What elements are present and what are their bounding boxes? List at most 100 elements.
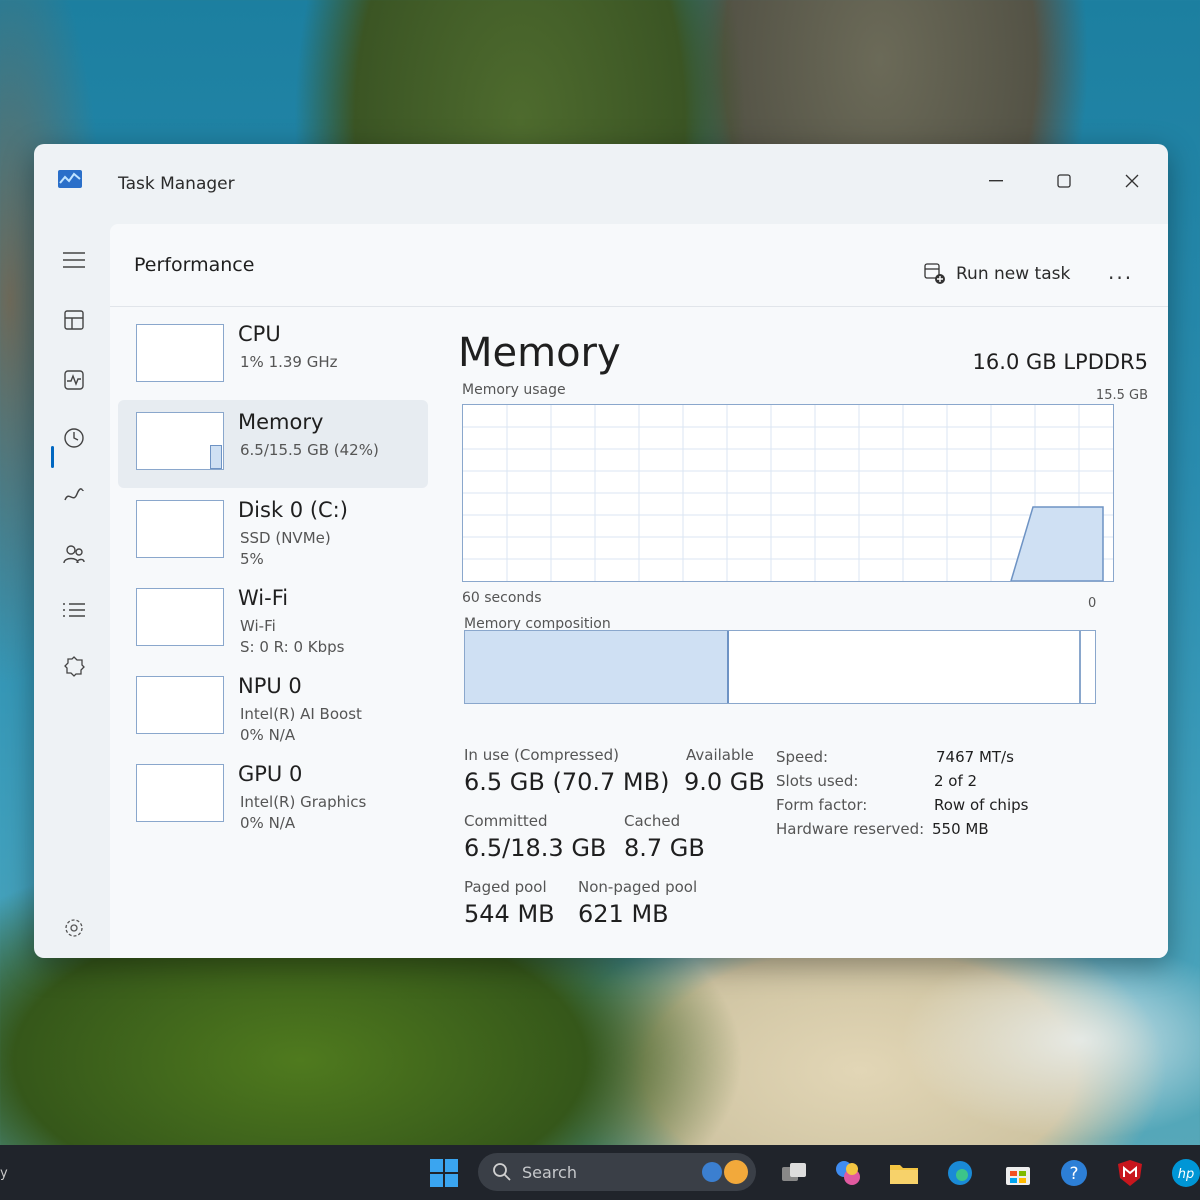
store-button[interactable]	[1002, 1157, 1034, 1189]
history-icon	[64, 428, 84, 448]
device-detail: 6.5/15.5 GB (42%)	[240, 441, 379, 459]
device-name: Disk 0 (C:)	[238, 498, 348, 522]
maximize-button[interactable]	[1044, 166, 1084, 196]
hamburger-menu-button[interactable]	[56, 242, 92, 278]
edge-clipped-text: y	[0, 1166, 8, 1181]
device-item-wifi[interactable]: Wi-Fi Wi-Fi S: 0 R: 0 Kbps	[118, 576, 428, 664]
help-button[interactable]: ?	[1058, 1157, 1090, 1189]
search-highlight-icon	[702, 1160, 748, 1184]
memory-type: 16.0 GB LPDDR5	[972, 350, 1148, 374]
device-item-npu[interactable]: NPU 0 Intel(R) AI Boost 0% N/A	[118, 664, 428, 752]
speed-label: Speed:	[776, 748, 829, 766]
svg-text:?: ?	[1069, 1164, 1078, 1184]
run-new-task-label: Run new task	[956, 264, 1071, 284]
nav-users[interactable]	[56, 536, 92, 572]
composition-in-use	[465, 631, 729, 703]
minimize-button[interactable]	[976, 166, 1016, 196]
hamburger-icon	[63, 252, 85, 268]
startup-icon	[64, 488, 84, 501]
nav-processes[interactable]	[56, 302, 92, 338]
users-icon	[63, 545, 85, 564]
svg-text:hp: hp	[1178, 1167, 1195, 1182]
device-name: NPU 0	[238, 674, 302, 698]
copilot-button[interactable]	[832, 1157, 864, 1189]
wallpaper-foam	[900, 940, 1200, 1140]
nav-app-history[interactable]	[56, 420, 92, 456]
task-view-button[interactable]	[778, 1157, 810, 1189]
nonpaged-pool-value: 621 MB	[578, 900, 669, 928]
title-bar[interactable]: Task Manager	[34, 144, 1168, 224]
edge-browser-button[interactable]	[944, 1157, 976, 1189]
device-item-gpu[interactable]: GPU 0 Intel(R) Graphics 0% N/A	[118, 752, 428, 840]
nonpaged-pool-label: Non-paged pool	[578, 878, 698, 896]
cached-value: 8.7 GB	[624, 834, 705, 862]
windows-logo-icon	[430, 1159, 458, 1187]
available-value: 9.0 GB	[684, 768, 765, 796]
slots-value: 2 of 2	[934, 772, 978, 790]
hp-button[interactable]: hp	[1170, 1157, 1200, 1189]
slots-label: Slots used:	[776, 772, 859, 790]
store-icon	[1006, 1167, 1030, 1185]
nav-services[interactable]	[56, 648, 92, 684]
copilot-icon	[836, 1161, 860, 1185]
task-manager-window: Task Manager Performance Run new task ..…	[34, 144, 1168, 958]
nav-startup-apps[interactable]	[56, 478, 92, 514]
device-item-cpu[interactable]: CPU 1% 1.39 GHz	[118, 312, 428, 400]
form-factor-value: Row of chips	[934, 796, 1029, 814]
window-title: Task Manager	[118, 174, 235, 194]
taskbar-search[interactable]: Search	[478, 1153, 756, 1191]
committed-value: 6.5/18.3 GB	[464, 834, 607, 862]
committed-label: Committed	[464, 812, 548, 830]
form-factor-label: Form factor:	[776, 796, 868, 814]
performance-icon	[64, 370, 84, 390]
cached-label: Cached	[624, 812, 681, 830]
file-explorer-button[interactable]	[888, 1157, 920, 1189]
hp-logo-icon: hp	[1172, 1159, 1200, 1187]
settings-button[interactable]	[56, 910, 92, 946]
memory-usage-area	[1009, 506, 1104, 582]
start-button[interactable]	[428, 1157, 460, 1189]
axis-zero-label: 0	[1088, 596, 1097, 611]
gear-icon	[65, 919, 83, 937]
device-detail: Wi-Fi S: 0 R: 0 Kbps	[240, 617, 345, 656]
nav-details[interactable]	[56, 592, 92, 628]
disk-thumbnail-graph	[136, 500, 224, 558]
speed-value: 7467 MT/s	[936, 748, 1014, 766]
nav-performance[interactable]	[56, 362, 92, 398]
device-list: CPU 1% 1.39 GHz Memory 6.5/15.5 GB (42%)…	[118, 312, 428, 840]
memory-composition-bar	[464, 630, 1096, 704]
run-task-icon	[924, 263, 945, 284]
taskbar: Search ? hp	[0, 1145, 1200, 1200]
more-options-button[interactable]: ...	[1108, 260, 1133, 284]
run-new-task-button[interactable]: Run new task	[924, 260, 1070, 288]
time-span-label: 60 seconds	[462, 590, 542, 606]
minimize-icon	[989, 180, 1003, 182]
header-divider	[110, 306, 1168, 307]
task-view-icon	[782, 1163, 806, 1181]
device-item-disk[interactable]: Disk 0 (C:) SSD (NVMe) 5%	[118, 488, 428, 576]
maximize-icon	[1057, 174, 1071, 188]
folder-icon	[890, 1165, 918, 1184]
in-use-label: In use (Compressed)	[464, 746, 619, 764]
device-name: GPU 0	[238, 762, 303, 786]
close-button[interactable]	[1112, 166, 1152, 196]
device-detail: SSD (NVMe) 5%	[240, 529, 331, 568]
side-navigation	[34, 224, 110, 958]
detail-title: Memory	[458, 330, 621, 376]
task-manager-app-icon	[58, 170, 82, 188]
usage-graph-svg	[463, 405, 1113, 582]
processes-icon	[64, 310, 84, 330]
mcafee-button[interactable]	[1114, 1157, 1146, 1189]
memory-usage-max: 15.5 GB	[1095, 388, 1148, 403]
performance-content: Performance Run new task ... CPU 1% 1.39…	[110, 224, 1168, 958]
mcafee-shield-icon	[1118, 1160, 1142, 1186]
device-name: CPU	[238, 322, 281, 346]
gpu-thumbnail-graph	[136, 764, 224, 822]
npu-thumbnail-graph	[136, 676, 224, 734]
device-detail: Intel(R) AI Boost 0% N/A	[240, 705, 362, 744]
hardware-reserved-value: 550 MB	[932, 820, 989, 838]
device-item-memory[interactable]: Memory 6.5/15.5 GB (42%)	[118, 400, 428, 488]
composition-reserved-edge	[1079, 631, 1081, 703]
details-list-icon	[63, 603, 85, 617]
search-placeholder: Search	[522, 1162, 577, 1182]
